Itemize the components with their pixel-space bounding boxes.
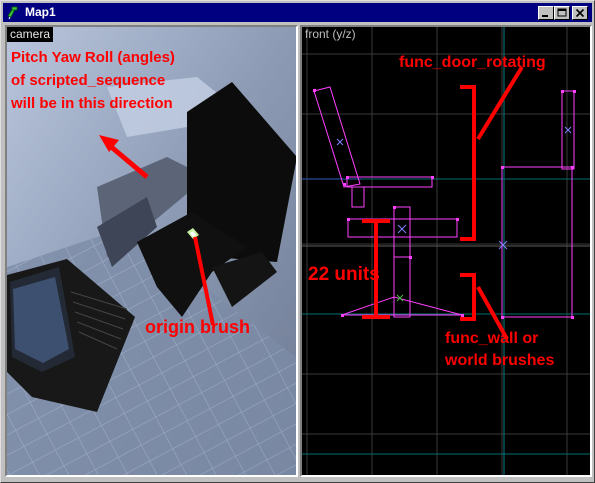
close-button[interactable] xyxy=(572,6,588,20)
angles-annotation-line3: will be in this direction xyxy=(11,95,173,112)
origin-brush-annotation: origin brush xyxy=(145,317,250,337)
hammer-icon xyxy=(6,5,21,20)
front-grid xyxy=(302,27,590,475)
door-annotation: func_door_rotating xyxy=(399,54,546,71)
maximize-button[interactable] xyxy=(554,6,570,20)
close-icon xyxy=(575,8,585,18)
front-viewport[interactable]: front (y/z) func_door_rotating 22 units … xyxy=(300,25,592,477)
map-window: Map1 camera Pitch Yaw Roll (angles) of s… xyxy=(0,0,595,483)
title-bar[interactable]: Map1 xyxy=(3,3,592,22)
angles-annotation-line1: Pitch Yaw Roll (angles) xyxy=(11,49,175,66)
maximize-icon xyxy=(557,8,567,17)
window-title: Map1 xyxy=(25,5,56,19)
angles-annotation-line2: of scripted_sequence xyxy=(11,72,166,89)
wall-annotation-line2: world brushes xyxy=(445,352,555,369)
front-view-label: front (y/z) xyxy=(305,27,356,41)
units-annotation: 22 units xyxy=(308,264,380,285)
wall-annotation-line1: func_wall or xyxy=(445,330,539,347)
minimize-icon xyxy=(542,15,548,17)
camera-viewport[interactable]: camera Pitch Yaw Roll (angles) of script… xyxy=(5,25,298,477)
minimize-button[interactable] xyxy=(538,6,554,20)
